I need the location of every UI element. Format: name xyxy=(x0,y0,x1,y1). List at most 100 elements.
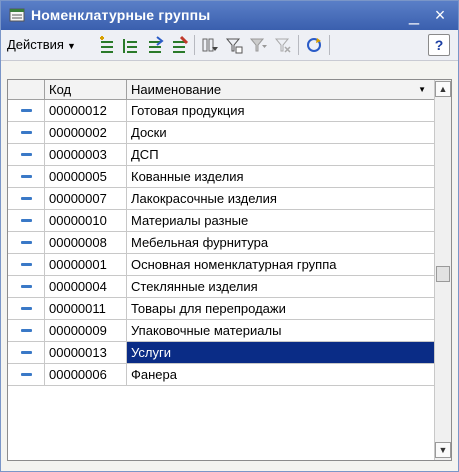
minimize-button[interactable]: _ xyxy=(403,4,425,26)
catalog-icon xyxy=(9,8,25,22)
group-list-table[interactable]: Код Наименование ▼ 00000012 Готовая проду… xyxy=(7,79,452,461)
header-code[interactable]: Код xyxy=(45,80,127,99)
toolbar-separator xyxy=(298,35,299,55)
row-marker-cell xyxy=(8,144,45,165)
element-icon xyxy=(21,241,32,244)
help-button[interactable]: ? xyxy=(428,34,450,56)
row-marker-cell xyxy=(8,320,45,341)
header-name-label: Наименование xyxy=(131,82,222,97)
name-cell[interactable]: Доски xyxy=(127,122,434,143)
table-row[interactable]: 00000012 Готовая продукция xyxy=(8,100,434,122)
table-row[interactable]: 00000007 Лакокрасочные изделия xyxy=(8,188,434,210)
row-marker-cell xyxy=(8,298,45,319)
help-icon: ? xyxy=(434,37,444,53)
add-icon[interactable] xyxy=(97,35,117,55)
close-button[interactable]: × xyxy=(429,4,451,26)
code-cell[interactable]: 00000003 xyxy=(45,144,127,165)
toolbar: Действия ▼ ? xyxy=(1,30,458,61)
filter-list-icon[interactable] xyxy=(248,35,268,55)
copy-icon[interactable] xyxy=(145,35,165,55)
table-row[interactable]: 00000002 Доски xyxy=(8,122,434,144)
code-cell[interactable]: 00000002 xyxy=(45,122,127,143)
actions-menu-button[interactable]: Действия ▼ xyxy=(7,35,76,55)
code-cell[interactable]: 00000009 xyxy=(45,320,127,341)
row-marker-cell xyxy=(8,100,45,121)
element-icon xyxy=(21,131,32,134)
table-row[interactable]: 00000013 Услуги xyxy=(8,342,434,364)
element-icon xyxy=(21,109,32,112)
code-cell[interactable]: 00000011 xyxy=(45,298,127,319)
scroll-thumb[interactable] xyxy=(436,266,450,282)
row-marker-cell xyxy=(8,276,45,297)
element-icon xyxy=(21,351,32,354)
header-name[interactable]: Наименование ▼ xyxy=(127,80,434,99)
element-icon xyxy=(21,197,32,200)
code-cell[interactable]: 00000012 xyxy=(45,100,127,121)
row-marker-cell xyxy=(8,342,45,363)
scroll-up-button[interactable]: ▲ xyxy=(435,81,451,97)
filter-icon[interactable] xyxy=(200,35,220,55)
element-icon xyxy=(21,153,32,156)
chevron-down-icon: ▼ xyxy=(66,41,76,51)
code-cell[interactable]: 00000007 xyxy=(45,188,127,209)
row-marker-cell xyxy=(8,364,45,385)
refresh-icon[interactable] xyxy=(304,35,324,55)
toolbar-separator xyxy=(329,35,330,55)
name-cell[interactable]: Лакокрасочные изделия xyxy=(127,188,434,209)
table-row[interactable]: 00000008 Мебельная фурнитура xyxy=(8,232,434,254)
filter-set-icon[interactable] xyxy=(224,35,244,55)
sort-down-icon: ▼ xyxy=(418,85,426,94)
element-icon xyxy=(21,285,32,288)
filter-clear-icon[interactable] xyxy=(273,35,293,55)
row-marker-cell xyxy=(8,122,45,143)
name-cell[interactable]: Основная номенклатурная группа xyxy=(127,254,434,275)
code-cell[interactable]: 00000010 xyxy=(45,210,127,231)
element-icon xyxy=(21,219,32,222)
edit-icon[interactable] xyxy=(169,35,189,55)
name-cell[interactable]: Фанера xyxy=(127,364,434,385)
element-icon xyxy=(21,329,32,332)
name-cell[interactable]: Мебельная фурнитура xyxy=(127,232,434,253)
element-icon xyxy=(21,263,32,266)
row-marker-cell xyxy=(8,188,45,209)
row-marker-cell xyxy=(8,254,45,275)
code-cell[interactable]: 00000004 xyxy=(45,276,127,297)
code-cell[interactable]: 00000005 xyxy=(45,166,127,187)
name-cell[interactable]: Товары для перепродажи xyxy=(127,298,434,319)
table-row[interactable]: 00000009 Упаковочные материалы xyxy=(8,320,434,342)
row-marker-cell xyxy=(8,166,45,187)
table-row[interactable]: 00000010 Материалы разные xyxy=(8,210,434,232)
name-cell[interactable]: Готовая продукция xyxy=(127,100,434,121)
name-cell[interactable]: Кованные изделия xyxy=(127,166,434,187)
actions-label: Действия xyxy=(7,37,64,52)
name-cell[interactable]: Услуги xyxy=(127,342,434,363)
name-cell[interactable]: Упаковочные материалы xyxy=(127,320,434,341)
header-marker-column xyxy=(8,80,45,99)
table-row[interactable]: 00000005 Кованные изделия xyxy=(8,166,434,188)
table-row[interactable]: 00000011 Товары для перепродажи xyxy=(8,298,434,320)
vertical-scrollbar[interactable]: ▲ ▼ xyxy=(434,80,451,460)
table-header: Код Наименование ▼ xyxy=(8,80,434,100)
code-cell[interactable]: 00000001 xyxy=(45,254,127,275)
table-row[interactable]: 00000004 Стеклянные изделия xyxy=(8,276,434,298)
table-row[interactable]: 00000006 Фанера xyxy=(8,364,434,386)
code-cell[interactable]: 00000013 xyxy=(45,342,127,363)
name-cell[interactable]: Стеклянные изделия xyxy=(127,276,434,297)
table-row[interactable]: 00000001 Основная номенклатурная группа xyxy=(8,254,434,276)
toolbar-separator xyxy=(194,35,195,55)
row-marker-cell xyxy=(8,232,45,253)
name-cell[interactable]: ДСП xyxy=(127,144,434,165)
element-icon xyxy=(21,373,32,376)
element-icon xyxy=(21,175,32,178)
code-cell[interactable]: 00000008 xyxy=(45,232,127,253)
title-bar[interactable]: Номенклатурные группы _ × xyxy=(1,1,458,30)
element-icon xyxy=(21,307,32,310)
table-row[interactable]: 00000003 ДСП xyxy=(8,144,434,166)
window: Номенклатурные группы _ × Действия ▼ ? К… xyxy=(0,0,459,472)
scroll-down-button[interactable]: ▼ xyxy=(435,442,451,458)
add-group-icon[interactable] xyxy=(121,35,141,55)
code-cell[interactable]: 00000006 xyxy=(45,364,127,385)
name-cell[interactable]: Материалы разные xyxy=(127,210,434,231)
window-title: Номенклатурные группы xyxy=(31,7,211,23)
row-marker-cell xyxy=(8,210,45,231)
